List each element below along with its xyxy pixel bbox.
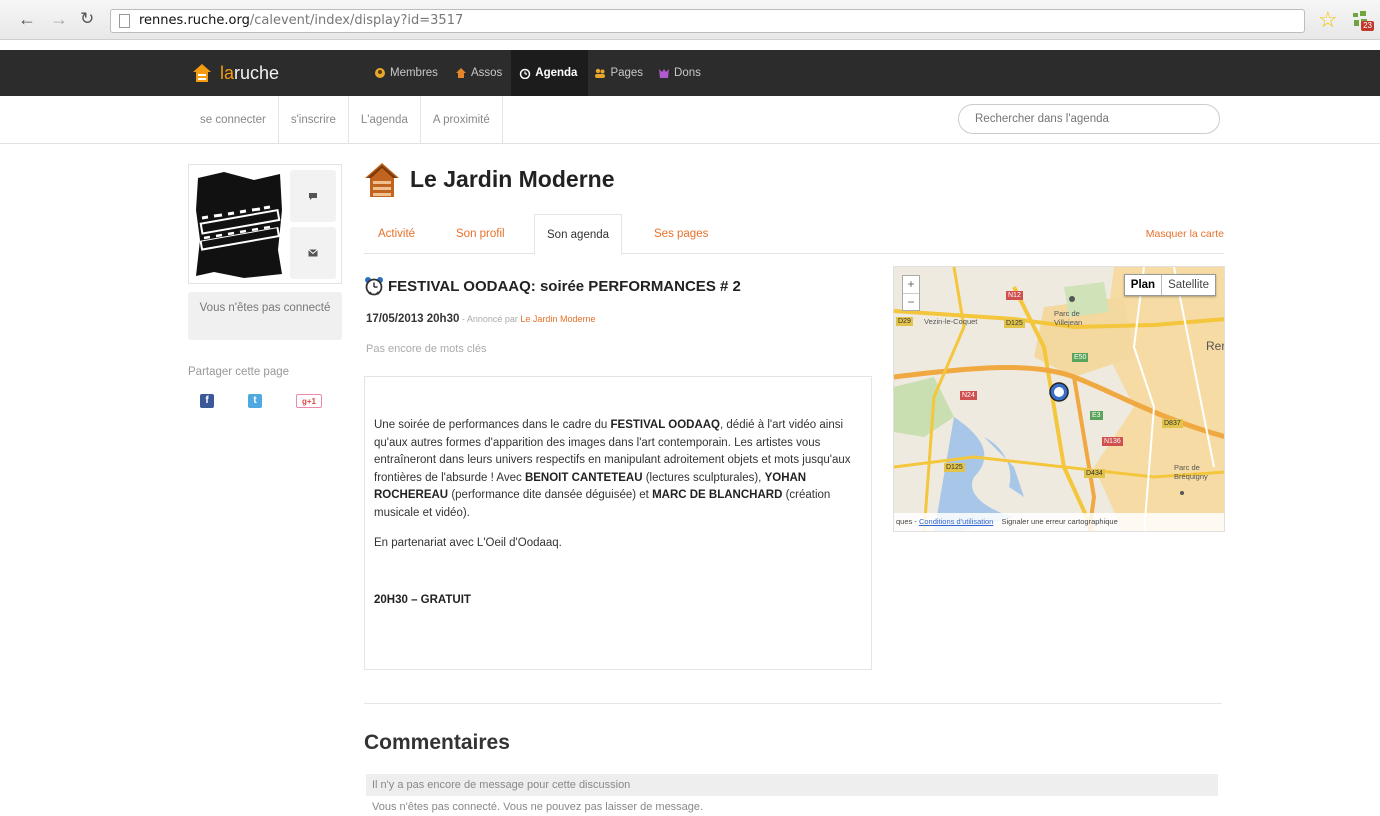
announced-by-label: Annoncé par — [466, 314, 521, 324]
share-label: Partager cette page — [188, 366, 290, 378]
agenda-search-input[interactable] — [958, 104, 1220, 134]
agenda-icon — [520, 68, 531, 79]
members-icon — [375, 68, 385, 78]
house-logo-icon — [193, 64, 211, 82]
reload-icon[interactable]: ↻ — [80, 9, 94, 29]
nav-label: Agenda — [535, 67, 578, 79]
nav-label: Pages — [610, 67, 644, 79]
event-title: FESTIVAL OODAAQ: soirée PERFORMANCES # 2 — [388, 278, 741, 295]
price-paragraph: 20H30 – GRATUIT — [374, 594, 471, 607]
main-nav: Membres Assos Agenda Pages Dons — [374, 50, 710, 96]
event-map[interactable]: Vezin-le-Coquet Parc de Villejean Ren Pa… — [893, 266, 1225, 532]
map-type-satellite-button[interactable]: Satellite — [1162, 275, 1215, 295]
road-label: E3 — [1090, 411, 1103, 420]
profile-card — [188, 164, 342, 284]
road-label: D125 — [1004, 319, 1025, 328]
nearby-link[interactable]: A proximité — [419, 96, 503, 144]
map-terms-link[interactable]: Conditions d'utilisation — [919, 517, 993, 526]
back-arrow-icon[interactable]: ← — [18, 9, 36, 29]
map-tiles — [894, 267, 1224, 531]
address-bar[interactable]: rennes.ruche.org/calevent/index/display?… — [110, 9, 1305, 33]
associations-icon — [455, 68, 466, 78]
envelope-icon — [308, 249, 318, 257]
nav-item-membres[interactable]: Membres — [374, 50, 447, 96]
road-label: N24 — [960, 391, 977, 400]
map-type-switch: Plan Satellite — [1123, 274, 1216, 296]
nav-item-assos[interactable]: Assos — [447, 50, 511, 96]
jardin-moderne-avatar[interactable] — [194, 170, 284, 280]
event-meta: 17/05/2013 20h30 - Annoncé par Le Jardin… — [366, 313, 595, 325]
extension-badge: 23 — [1361, 21, 1374, 31]
nav-item-dons[interactable]: Dons — [652, 50, 710, 96]
google-plus-icon[interactable]: g+1 — [296, 394, 322, 408]
bookmark-star-icon[interactable]: ☆ — [1318, 8, 1338, 32]
map-place-label: Vezin-le-Coquet — [924, 317, 978, 326]
nav-item-pages[interactable]: Pages — [588, 50, 652, 96]
association-house-icon — [365, 163, 399, 197]
logo-suffix: ruche — [234, 63, 280, 83]
map-type-plan-button[interactable]: Plan — [1125, 275, 1163, 295]
tab-activite[interactable]: Activité — [366, 214, 427, 254]
alarm-clock-icon — [365, 277, 383, 296]
map-footer-prefix: ques - — [896, 517, 919, 526]
share-buttons: f t g+1 — [200, 394, 356, 408]
map-footer: ques - Conditions d'utilisation Signaler… — [894, 513, 1224, 531]
login-required-notice: Vous n'êtes pas connecté. Vous ne pouvez… — [372, 801, 704, 813]
email-button[interactable] — [290, 227, 336, 279]
agenda-link[interactable]: L'agenda — [347, 96, 420, 144]
signup-link[interactable]: s'inscrire — [277, 96, 348, 144]
organizer-link[interactable]: Le Jardin Moderne — [520, 314, 595, 324]
map-report-link[interactable]: Signaler une erreur cartographique — [1001, 517, 1117, 526]
org-tabs: Activité Son profil Son agenda Ses pages… — [364, 214, 1224, 255]
twitter-icon[interactable]: t — [248, 394, 262, 408]
map-zoom-control: + − — [902, 275, 920, 311]
no-messages-notice: Il n'y a pas encore de message pour cett… — [366, 774, 1218, 796]
speech-bubble-icon — [309, 192, 317, 200]
nav-label: Membres — [390, 67, 438, 79]
pages-icon — [595, 68, 606, 78]
section-divider — [364, 703, 1222, 704]
zoom-in-button[interactable]: + — [903, 276, 919, 294]
tab-son-agenda[interactable]: Son agenda — [534, 214, 623, 255]
hide-map-link[interactable]: Masquer la carte — [1146, 214, 1224, 254]
meta-separator: - — [459, 314, 467, 324]
site-header: laruche Membres Assos Agenda Pages Dons — [0, 50, 1380, 96]
road-label: N136 — [1102, 437, 1123, 446]
logo-prefix: la — [220, 63, 235, 83]
road-label: N12 — [1006, 291, 1023, 300]
browser-toolbar: ← → ↻ rennes.ruche.org/calevent/index/di… — [0, 0, 1380, 40]
not-connected-notice: Vous n'êtes pas connecté — [188, 292, 342, 340]
nav-label: Dons — [674, 67, 701, 79]
description-paragraph: Une soirée de performances dans le cadre… — [374, 419, 851, 519]
donations-icon — [659, 69, 670, 78]
partner-paragraph: En partenariat avec L'Oeil d'Oodaaq. — [374, 536, 562, 549]
map-place-label: Parc de Bréquigny — [1174, 463, 1208, 481]
comments-title: Commentaires — [364, 731, 510, 754]
tab-ses-pages[interactable]: Ses pages — [642, 214, 720, 254]
forward-arrow-icon[interactable]: → — [50, 9, 68, 29]
message-button[interactable] — [290, 170, 336, 222]
event-keywords: Pas encore de mots clés — [366, 343, 487, 355]
login-link[interactable]: se connecter — [188, 96, 278, 144]
facebook-icon[interactable]: f — [200, 394, 214, 408]
road-label: D434 — [1084, 469, 1105, 478]
road-label: E50 — [1072, 353, 1089, 362]
org-name: Le Jardin Moderne — [410, 166, 615, 192]
url-host: rennes.ruche.org — [139, 13, 250, 28]
event-description: Une soirée de performances dans le cadre… — [364, 376, 872, 670]
nav-item-agenda[interactable]: Agenda — [511, 50, 589, 96]
tab-son-profil[interactable]: Son profil — [444, 214, 517, 254]
road-label: D837 — [1162, 419, 1183, 428]
road-label: D125 — [944, 463, 965, 472]
zoom-out-button[interactable]: − — [903, 294, 919, 311]
url-path: /calevent/index/display?id=3517 — [249, 13, 464, 28]
map-place-label: Parc de Villejean — [1054, 309, 1083, 327]
event-date: 17/05/2013 20h30 — [366, 313, 460, 325]
map-place-label: Ren — [1206, 339, 1224, 353]
extension-icon[interactable]: 23 — [1350, 9, 1374, 31]
nav-label: Assos — [470, 67, 503, 79]
road-label: D29 — [896, 317, 913, 326]
page-icon — [119, 14, 130, 28]
